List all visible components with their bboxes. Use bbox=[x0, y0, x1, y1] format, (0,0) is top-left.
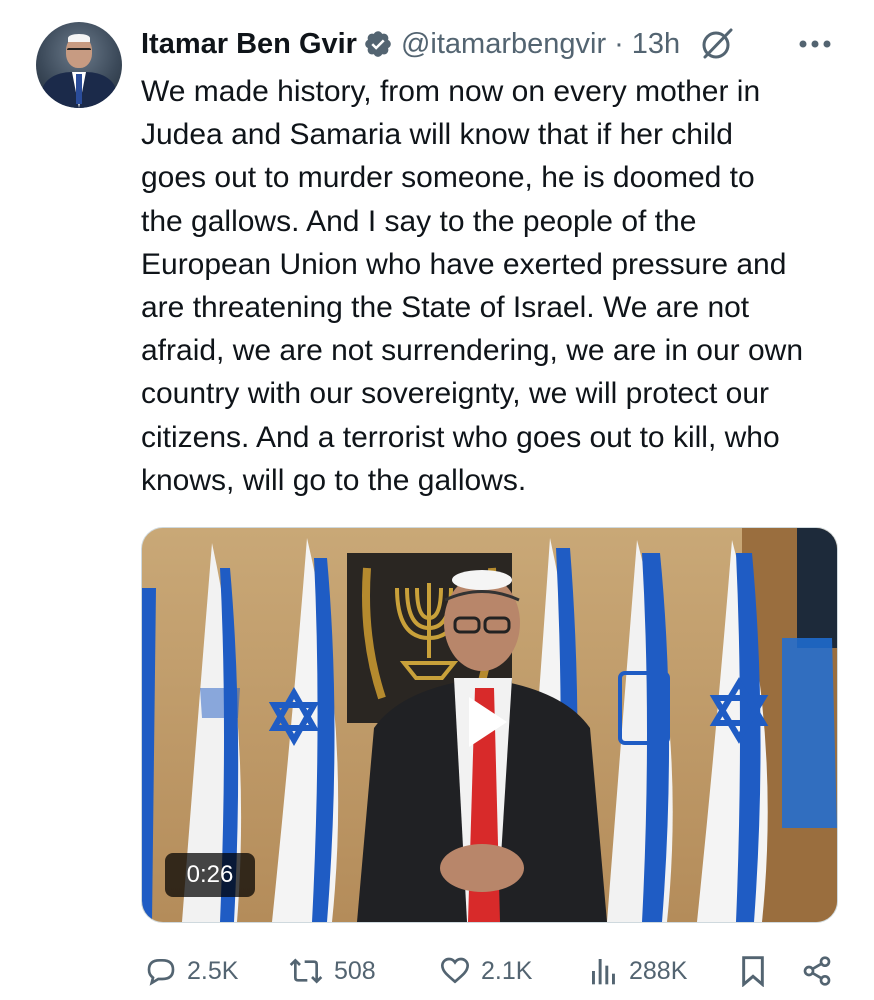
play-icon[interactable] bbox=[439, 679, 525, 765]
like-button[interactable]: 2.1K bbox=[439, 948, 532, 994]
share-button[interactable] bbox=[801, 948, 833, 994]
views-icon bbox=[592, 959, 615, 985]
video-duration: 0:26 bbox=[165, 853, 255, 897]
like-count: 2.1K bbox=[481, 956, 533, 985]
separator-dot: · bbox=[614, 27, 624, 60]
repost-icon bbox=[289, 958, 323, 984]
more-icon[interactable] bbox=[796, 30, 834, 58]
repost-button[interactable]: 508 bbox=[288, 948, 376, 994]
tweet-header: Itamar Ben Gvir @itamarbengvir · 13h bbox=[141, 22, 834, 66]
author-avatar[interactable] bbox=[36, 22, 122, 108]
verified-badge-icon[interactable] bbox=[363, 29, 393, 59]
author-display-name[interactable]: Itamar Ben Gvir bbox=[141, 28, 357, 61]
bookmark-button[interactable] bbox=[739, 948, 767, 994]
grok-icon[interactable] bbox=[698, 25, 736, 63]
tweet-action-bar: 2.5K 508 2.1K 288K bbox=[141, 948, 841, 994]
reply-button[interactable]: 2.5K bbox=[145, 948, 238, 994]
tweet-text: We made history, from now on every mothe… bbox=[141, 75, 804, 497]
bookmark-icon bbox=[742, 956, 764, 987]
like-icon bbox=[440, 957, 470, 984]
share-icon bbox=[803, 956, 831, 986]
author-handle[interactable]: @itamarbengvir bbox=[401, 28, 606, 61]
reply-count: 2.5K bbox=[187, 956, 239, 985]
repost-count: 508 bbox=[334, 956, 376, 985]
play-button[interactable] bbox=[439, 679, 525, 765]
tweet-timestamp[interactable]: 13h bbox=[632, 28, 680, 61]
views-count: 288K bbox=[629, 956, 688, 985]
views-button[interactable]: 288K bbox=[589, 948, 687, 994]
reply-icon bbox=[147, 959, 175, 986]
